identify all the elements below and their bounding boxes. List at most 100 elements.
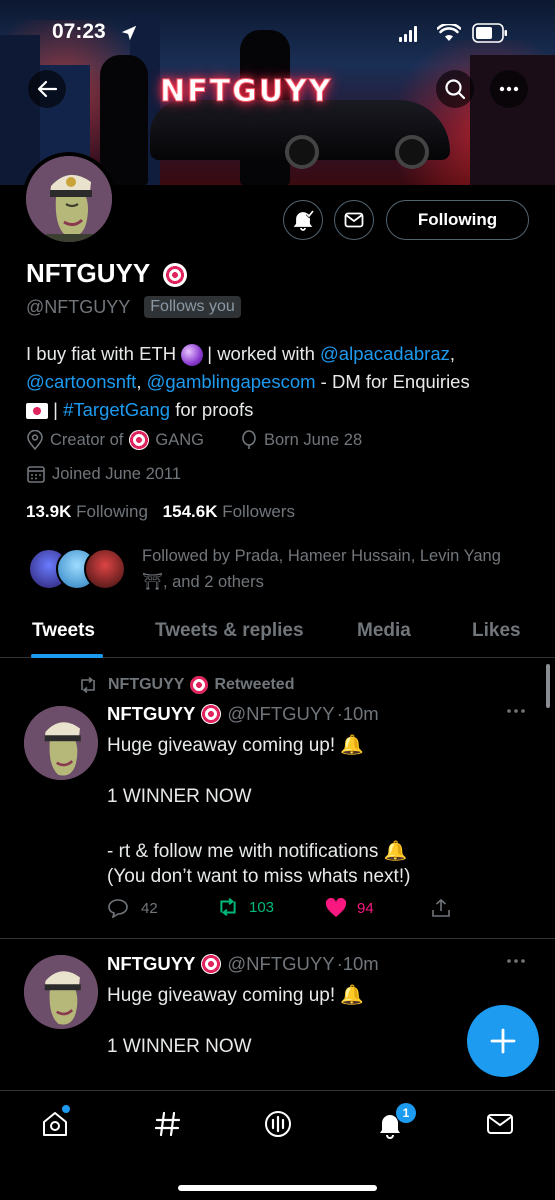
tab-tweets-replies[interactable]: Tweets & replies bbox=[155, 620, 304, 642]
tweet-author-handle[interactable]: @NFTGUYY bbox=[227, 703, 334, 725]
more-options-button[interactable] bbox=[490, 70, 528, 108]
ape-avatar-image bbox=[24, 706, 98, 780]
scrollbar[interactable] bbox=[546, 664, 550, 708]
calendar-icon bbox=[27, 466, 45, 483]
balloon-icon bbox=[242, 430, 256, 449]
notifications-toggle-button[interactable] bbox=[283, 200, 323, 240]
profile-birthday: Born June 28 bbox=[240, 430, 362, 450]
mention-link[interactable]: @cartoonsnft bbox=[26, 371, 136, 392]
share-icon bbox=[432, 898, 450, 917]
arrow-left-icon bbox=[37, 80, 58, 98]
more-horizontal-icon bbox=[499, 86, 519, 92]
status-bar: 07:23 bbox=[0, 18, 555, 48]
tweet-text-line: Huge giveaway coming up! 🔔 bbox=[107, 985, 365, 1006]
home-unread-dot bbox=[62, 1105, 70, 1113]
messages-envelope-icon[interactable] bbox=[485, 1109, 515, 1139]
tweet-actions: 42 103 94 bbox=[107, 898, 457, 924]
location-prefix: Creator of bbox=[50, 430, 124, 449]
tweet-text-line: 1 WINNER NOW bbox=[107, 1036, 252, 1057]
birthday-text: Born June 28 bbox=[264, 430, 363, 449]
more-horizontal-icon bbox=[507, 959, 525, 963]
love-letter-emoji-icon bbox=[26, 403, 48, 420]
tweet-timestamp: ·10m bbox=[336, 703, 379, 724]
tweet-author-avatar[interactable] bbox=[24, 955, 98, 1029]
bottom-nav: 1 bbox=[0, 1090, 555, 1200]
following-count: 13.9K bbox=[26, 502, 72, 521]
envelope-icon bbox=[344, 212, 364, 228]
tweet-text-line: 1 WINNER NOW bbox=[107, 786, 252, 807]
bio-text: for proofs bbox=[170, 399, 254, 420]
spaces-icon[interactable] bbox=[263, 1109, 293, 1139]
location-suffix: GANG bbox=[155, 430, 204, 449]
following-count-link[interactable]: 13.9K Following bbox=[26, 502, 148, 521]
retweet-context: NFTGUYY Retweeted bbox=[78, 676, 294, 694]
target-emoji-icon bbox=[129, 430, 150, 450]
compose-tweet-button[interactable] bbox=[467, 1005, 539, 1077]
status-time: 07:23 bbox=[52, 20, 106, 43]
bio-text: I buy fiat with ETH bbox=[26, 343, 182, 364]
bio-text: , bbox=[449, 343, 456, 364]
profile-name-text: NFTGUYY bbox=[26, 258, 150, 288]
location-arrow-icon bbox=[121, 25, 137, 41]
like-button[interactable]: 94 bbox=[325, 898, 374, 918]
location-pin-icon bbox=[27, 430, 43, 450]
mention-link[interactable]: @gamblingapescom bbox=[147, 371, 316, 392]
following-label: Following bbox=[76, 502, 148, 521]
wifi-icon bbox=[437, 24, 461, 41]
tweet-author-avatar[interactable] bbox=[24, 706, 98, 780]
home-indicator bbox=[178, 1185, 377, 1191]
followed-by-avatars[interactable] bbox=[28, 548, 128, 592]
mention-link[interactable]: @alpacadabraz bbox=[320, 343, 450, 364]
tweet-author-name[interactable]: NFTGUYY bbox=[107, 953, 195, 975]
search-button[interactable] bbox=[436, 70, 474, 108]
share-button[interactable] bbox=[431, 898, 451, 918]
tab-likes[interactable]: Likes bbox=[472, 620, 521, 642]
active-tab-indicator bbox=[31, 654, 103, 658]
retweet-button[interactable]: 103 bbox=[217, 898, 274, 916]
target-emoji-icon bbox=[190, 676, 209, 694]
banner-title: NFTGUYY bbox=[160, 74, 333, 110]
tweet-more-button[interactable] bbox=[506, 700, 526, 721]
home-icon[interactable] bbox=[40, 1109, 70, 1139]
tweet-author-name[interactable]: NFTGUYY bbox=[107, 703, 195, 725]
heart-filled-icon bbox=[325, 898, 347, 917]
followers-count-link[interactable]: 154.6K Followers bbox=[163, 502, 295, 521]
explore-hashtag-icon[interactable] bbox=[153, 1109, 183, 1139]
tweet-text-line: - rt & follow me with notifications 🔔 bbox=[107, 841, 408, 862]
bio-text: | bbox=[48, 399, 64, 420]
back-button[interactable] bbox=[28, 70, 66, 108]
bell-check-icon bbox=[293, 210, 314, 231]
profile-name: NFTGUYY bbox=[26, 258, 187, 289]
retweet-icon bbox=[220, 898, 236, 916]
profile-avatar[interactable] bbox=[22, 152, 116, 246]
hashtag-link[interactable]: #TargetGang bbox=[63, 399, 170, 420]
followed-by-text[interactable]: Followed by Prada, Hameer Hussain, Levin… bbox=[142, 543, 522, 595]
followers-count: 154.6K bbox=[162, 502, 218, 521]
tweet-header: NFTGUYY @NFTGUYY ·10m bbox=[107, 703, 379, 725]
tab-tweets[interactable]: Tweets bbox=[32, 620, 95, 642]
signal-icon bbox=[399, 26, 417, 42]
retweeter-name[interactable]: NFTGUYY bbox=[108, 676, 184, 694]
target-emoji-icon bbox=[201, 954, 222, 974]
crystal-ball-emoji-icon bbox=[181, 344, 204, 367]
ape-avatar-image bbox=[24, 955, 98, 1029]
tab-media[interactable]: Media bbox=[357, 620, 411, 642]
tweet-text-line: Huge giveaway coming up! 🔔 bbox=[107, 735, 365, 756]
reply-count: 42 bbox=[141, 899, 158, 917]
tweet-timestamp: ·10m bbox=[336, 953, 379, 974]
followers-label: Followers bbox=[222, 502, 295, 521]
avatar bbox=[84, 548, 126, 590]
follows-you-badge: Follows you bbox=[144, 296, 241, 318]
profile-joined: Joined June 2011 bbox=[26, 464, 181, 484]
target-emoji-icon bbox=[163, 263, 187, 288]
reply-button[interactable]: 42 bbox=[107, 898, 158, 918]
bio-text: | worked with bbox=[207, 343, 321, 364]
tweet-divider bbox=[0, 938, 555, 939]
tweet-author-handle[interactable]: @NFTGUYY bbox=[227, 953, 334, 975]
like-count: 94 bbox=[357, 899, 374, 917]
plus-icon bbox=[490, 1028, 516, 1054]
follow-counts: 13.9K Following 154.6K Followers bbox=[26, 502, 295, 522]
following-button[interactable]: Following bbox=[386, 200, 529, 240]
message-button[interactable] bbox=[334, 200, 374, 240]
tweet-more-button[interactable] bbox=[506, 950, 526, 971]
